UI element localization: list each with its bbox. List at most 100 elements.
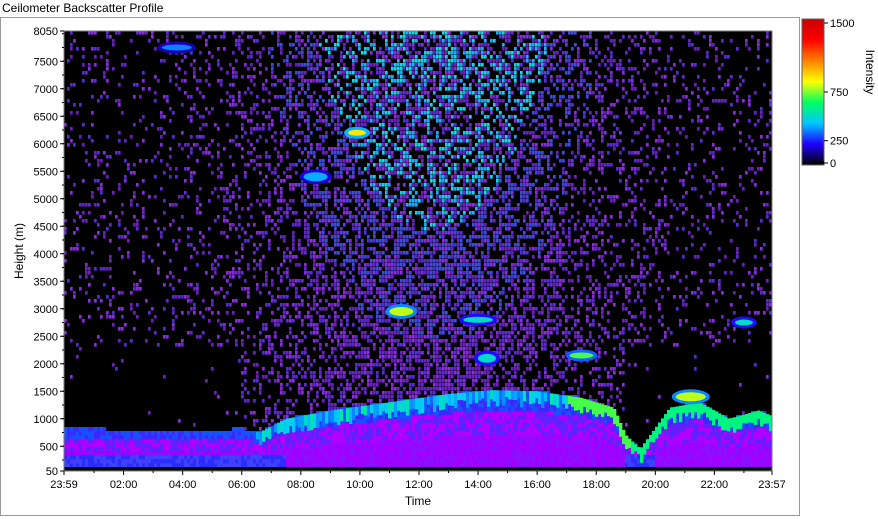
heat-cell	[268, 215, 271, 219]
heat-cell	[223, 215, 226, 219]
heat-cell	[319, 459, 323, 464]
heat-cell	[283, 415, 286, 419]
heat-cell	[313, 459, 317, 464]
heat-cell	[325, 279, 328, 283]
heat-cell	[379, 347, 382, 351]
heat-cell	[262, 455, 266, 460]
heat-cell	[391, 267, 394, 271]
heat-cell	[352, 379, 355, 383]
heat-cell	[202, 315, 205, 319]
heat-cell	[409, 367, 412, 371]
heat-cell	[73, 295, 76, 299]
heat-cell	[157, 451, 161, 456]
heat-cell	[346, 351, 349, 355]
heat-cell	[370, 211, 373, 215]
heat-cell	[217, 459, 221, 464]
heat-cell	[361, 207, 364, 211]
heat-cell	[337, 439, 341, 444]
heat-cell	[355, 463, 359, 468]
heat-cell	[409, 395, 412, 399]
heat-cell	[409, 459, 413, 464]
heat-cell	[319, 463, 323, 468]
heat-cell	[151, 431, 155, 436]
heat-cell	[76, 431, 80, 436]
heat-cell	[343, 447, 347, 452]
heat-cell	[322, 387, 325, 391]
heat-cell	[400, 359, 403, 363]
heat-cell	[412, 423, 416, 428]
heat-cell	[394, 247, 397, 251]
heat-cell	[193, 451, 197, 456]
heat-cell	[190, 451, 194, 456]
heat-cell	[304, 267, 307, 271]
heat-cell	[346, 379, 349, 383]
heat-cell	[226, 411, 229, 415]
heat-cell	[127, 455, 131, 460]
heat-cell	[235, 431, 239, 436]
heat-cell	[265, 463, 269, 468]
heat-cell	[307, 323, 310, 327]
heat-cell	[334, 427, 338, 432]
heat-cell	[280, 279, 283, 283]
heat-cell	[415, 423, 419, 428]
heat-cell	[301, 463, 305, 468]
heat-cell	[328, 403, 331, 407]
heat-cell	[376, 455, 380, 460]
heat-cell	[412, 463, 416, 468]
heat-cell	[316, 391, 319, 395]
heat-cell	[145, 439, 149, 444]
heat-cell	[115, 435, 119, 440]
heat-cell	[334, 303, 337, 307]
heat-cell	[331, 327, 334, 331]
heat-cell	[403, 279, 406, 283]
heat-cell	[121, 327, 124, 331]
heat-cell	[382, 439, 386, 444]
heat-cell	[400, 463, 404, 468]
heat-cell	[268, 219, 271, 223]
heat-cell	[418, 307, 421, 311]
heat-cell	[88, 267, 91, 271]
heat-cell	[343, 459, 347, 464]
heat-cell	[217, 335, 220, 339]
heat-cell	[232, 327, 235, 331]
heat-cell	[292, 443, 296, 448]
heat-cell	[373, 251, 376, 255]
heat-cell	[346, 427, 350, 432]
heat-cell	[202, 251, 205, 255]
heat-cell	[136, 463, 140, 468]
heat-cell	[319, 203, 322, 207]
heat-cell	[265, 451, 269, 456]
heat-cell	[415, 335, 418, 339]
heat-cell	[292, 375, 295, 379]
heat-cell	[394, 255, 397, 259]
heat-cell	[385, 463, 389, 468]
heat-cell	[253, 411, 256, 415]
heat-cell	[355, 403, 358, 407]
heat-cell	[352, 423, 356, 428]
heat-cell	[112, 443, 116, 448]
heat-cell	[67, 455, 71, 460]
heat-cell	[334, 287, 337, 291]
heat-cell	[238, 439, 242, 444]
heat-cell	[376, 459, 380, 464]
heat-cell	[292, 463, 296, 468]
heat-cell	[400, 291, 403, 295]
heat-cell	[406, 259, 409, 263]
heat-cell	[376, 307, 379, 311]
heat-cell	[70, 375, 73, 379]
heat-cell	[412, 331, 415, 335]
heat-cell	[181, 463, 185, 468]
heat-cell	[367, 419, 371, 424]
heat-cell	[187, 459, 191, 464]
heat-cell	[202, 331, 205, 335]
heat-cell	[244, 351, 247, 355]
heat-cell	[382, 343, 385, 347]
heat-cell	[211, 435, 215, 440]
heat-cell	[412, 243, 415, 247]
heat-cell	[409, 319, 412, 323]
heat-cell	[367, 279, 370, 283]
heat-cell	[298, 391, 301, 395]
heat-cell	[310, 319, 313, 323]
heat-cell	[118, 327, 121, 331]
heat-cell	[379, 331, 382, 335]
